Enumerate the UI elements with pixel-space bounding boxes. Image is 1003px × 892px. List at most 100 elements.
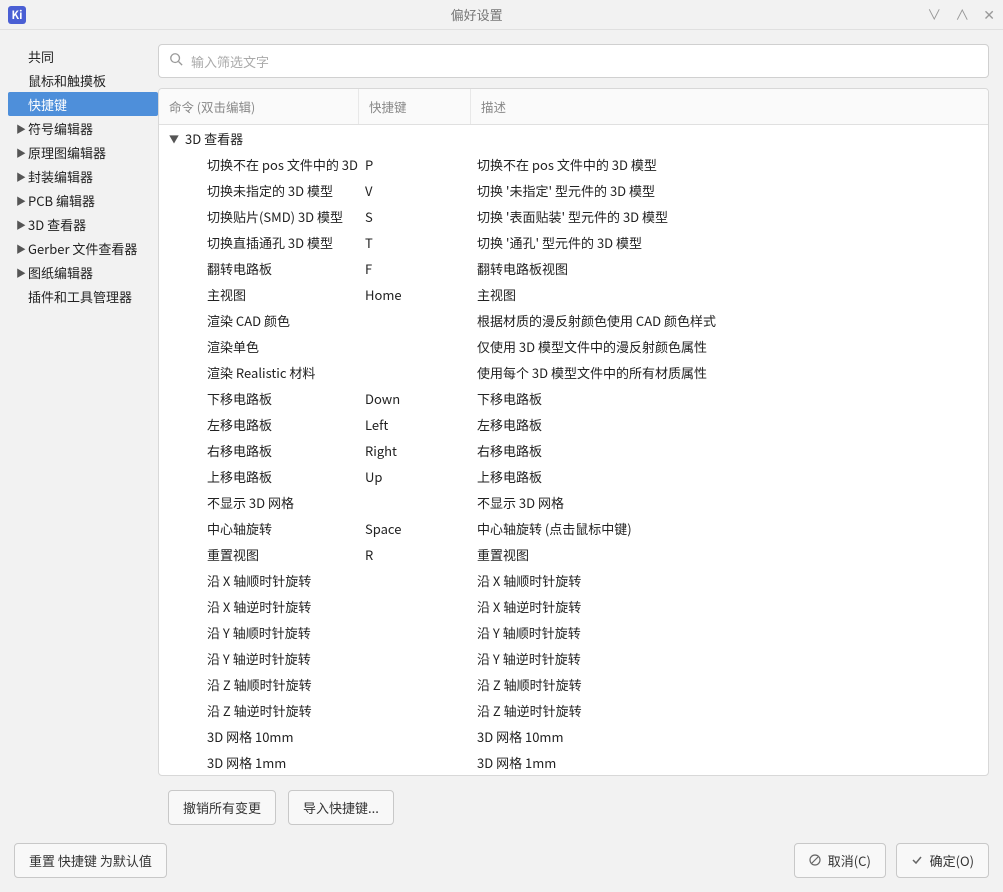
- cell-description: 根据材质的漫反射颜色使用 CAD 颜色样式: [471, 311, 988, 330]
- table-row[interactable]: 右移电路板Right右移电路板: [159, 437, 988, 463]
- cell-hotkey: S: [359, 207, 471, 226]
- cell-description: 沿 X 轴顺时针旋转: [471, 571, 988, 590]
- chevron-right-icon: ▶: [16, 121, 28, 136]
- cell-description: 切换 '通孔' 型元件的 3D 模型: [471, 233, 988, 252]
- sidebar-item-label: 快捷键: [28, 95, 67, 114]
- table-row[interactable]: 渲染单色仅使用 3D 模型文件中的漫反射颜色属性: [159, 333, 988, 359]
- reset-defaults-button[interactable]: 重置 快捷键 为默认值: [14, 843, 167, 878]
- sidebar-item-5[interactable]: ▶封装编辑器: [8, 164, 158, 188]
- cell-description: 重置视图: [471, 545, 988, 564]
- table-row[interactable]: 切换不在 pos 文件中的 3DP切换不在 pos 文件中的 3D 模型: [159, 151, 988, 177]
- cell-description: 不显示 3D 网格: [471, 493, 988, 512]
- search-bar[interactable]: [158, 44, 989, 78]
- cell-hotkey: R: [359, 545, 471, 564]
- cell-command: 下移电路板: [159, 389, 359, 408]
- table-row[interactable]: 中心轴旋转Space中心轴旋转 (点击鼠标中键): [159, 515, 988, 541]
- cell-description: 沿 Z 轴顺时针旋转: [471, 675, 988, 694]
- sidebar-item-3[interactable]: ▶符号编辑器: [8, 116, 158, 140]
- table-row[interactable]: 沿 X 轴逆时针旋转 沿 X 轴逆时针旋转: [159, 593, 988, 619]
- cell-description: 沿 Y 轴逆时针旋转: [471, 649, 988, 668]
- cell-description: 中心轴旋转 (点击鼠标中键): [471, 519, 988, 538]
- cell-command: 上移电路板: [159, 467, 359, 486]
- table-row[interactable]: 沿 Z 轴顺时针旋转沿 Z 轴顺时针旋转: [159, 671, 988, 697]
- sidebar-item-label: PCB 编辑器: [28, 191, 95, 210]
- table-row[interactable]: 翻转电路板F翻转电路板视图: [159, 255, 988, 281]
- table-row[interactable]: 沿 X 轴顺时针旋转沿 X 轴顺时针旋转: [159, 567, 988, 593]
- group-row[interactable]: ▼ 3D 查看器: [159, 125, 988, 151]
- table-row[interactable]: 沿 Y 轴顺时针旋转沿 Y 轴顺时针旋转: [159, 619, 988, 645]
- table-row[interactable]: 主视图Home主视图: [159, 281, 988, 307]
- chevron-down-icon: ▼: [169, 131, 179, 146]
- cell-hotkey: Down: [359, 389, 471, 408]
- cell-description: 切换 '未指定' 型元件的 3D 模型: [471, 181, 988, 200]
- table-row[interactable]: 上移电路板Up上移电路板: [159, 463, 988, 489]
- table-row[interactable]: 下移电路板Down下移电路板: [159, 385, 988, 411]
- sidebar-item-label: Gerber 文件查看器: [28, 239, 137, 258]
- table-row[interactable]: 左移电路板Left左移电路板: [159, 411, 988, 437]
- table-row[interactable]: 切换未指定的 3D 模型V切换 '未指定' 型元件的 3D 模型: [159, 177, 988, 203]
- window-title: 偏好设置: [26, 5, 927, 24]
- sidebar-item-8[interactable]: ▶Gerber 文件查看器: [8, 236, 158, 260]
- cell-command: 中心轴旋转: [159, 519, 359, 538]
- sidebar-item-9[interactable]: ▶图纸编辑器: [8, 260, 158, 284]
- sidebar-item-6[interactable]: ▶PCB 编辑器: [8, 188, 158, 212]
- chevron-right-icon: ▶: [16, 217, 28, 232]
- table-row[interactable]: 沿 Y 轴逆时针旋转沿 Y 轴逆时针旋转: [159, 645, 988, 671]
- cancel-button[interactable]: 取消(C): [794, 843, 886, 878]
- sidebar-item-label: 符号编辑器: [28, 119, 93, 138]
- cell-command: 左移电路板: [159, 415, 359, 434]
- cell-description: 主视图: [471, 285, 988, 304]
- import-hotkeys-button[interactable]: 导入快捷键...: [288, 790, 394, 825]
- cell-command: 3D 网格 10mm: [159, 727, 359, 746]
- minimize-icon[interactable]: ∨: [927, 5, 941, 25]
- cell-description: 上移电路板: [471, 467, 988, 486]
- sidebar-item-0[interactable]: 共同: [8, 44, 158, 68]
- sidebar-item-1[interactable]: 鼠标和触摸板: [8, 68, 158, 92]
- undo-all-button[interactable]: 撤销所有变更: [168, 790, 276, 825]
- cell-command: 沿 X 轴逆时针旋转: [159, 597, 359, 616]
- sidebar-item-label: 共同: [28, 47, 54, 66]
- col-hotkey[interactable]: 快捷键: [359, 89, 471, 124]
- cell-description: 沿 Z 轴逆时针旋转: [471, 701, 988, 720]
- table-row[interactable]: 沿 Z 轴逆时针旋转 沿 Z 轴逆时针旋转: [159, 697, 988, 723]
- cell-description: 切换不在 pos 文件中的 3D 模型: [471, 155, 988, 174]
- table-header: 命令 (双击编辑) 快捷键 描述: [159, 89, 988, 125]
- sidebar-item-label: 图纸编辑器: [28, 263, 93, 282]
- table-row[interactable]: 切换贴片(SMD) 3D 模型S切换 '表面贴装' 型元件的 3D 模型: [159, 203, 988, 229]
- chevron-right-icon: ▶: [16, 265, 28, 280]
- table-row[interactable]: 3D 网格 1mm3D 网格 1mm: [159, 749, 988, 775]
- table-row[interactable]: 重置视图R重置视图: [159, 541, 988, 567]
- ok-button[interactable]: 确定(O): [896, 843, 989, 878]
- sidebar-item-2[interactable]: 快捷键: [8, 92, 158, 116]
- search-input[interactable]: [191, 52, 978, 71]
- table-row[interactable]: 渲染 Realistic 材料使用每个 3D 模型文件中的所有材质属性: [159, 359, 988, 385]
- table-row[interactable]: 切换直插通孔 3D 模型T切换 '通孔' 型元件的 3D 模型: [159, 229, 988, 255]
- cell-description: 仅使用 3D 模型文件中的漫反射颜色属性: [471, 337, 988, 356]
- maximize-icon[interactable]: ∧: [955, 5, 969, 25]
- cell-command: 右移电路板: [159, 441, 359, 460]
- sidebar-item-7[interactable]: ▶3D 查看器: [8, 212, 158, 236]
- table-row[interactable]: 3D 网格 10mm3D 网格 10mm: [159, 723, 988, 749]
- app-icon: Ki: [8, 6, 26, 24]
- cell-command: 沿 Z 轴逆时针旋转: [159, 701, 359, 720]
- sidebar-item-4[interactable]: ▶原理图编辑器: [8, 140, 158, 164]
- table-row[interactable]: 渲染 CAD 颜色根据材质的漫反射颜色使用 CAD 颜色样式: [159, 307, 988, 333]
- sidebar-item-label: 鼠标和触摸板: [28, 71, 106, 90]
- cell-description: 使用每个 3D 模型文件中的所有材质属性: [471, 363, 988, 382]
- cell-description: 下移电路板: [471, 389, 988, 408]
- cell-command: 重置视图: [159, 545, 359, 564]
- chevron-right-icon: ▶: [16, 145, 28, 160]
- sidebar-item-label: 插件和工具管理器: [28, 287, 132, 306]
- window-controls: ∨ ∧ ✕: [927, 5, 995, 25]
- table-row[interactable]: 不显示 3D 网格 不显示 3D 网格: [159, 489, 988, 515]
- col-description[interactable]: 描述: [471, 89, 988, 124]
- content-area: 命令 (双击编辑) 快捷键 描述 ▼ 3D 查看器 切换不在 pos 文件中的 …: [158, 44, 1003, 833]
- sidebar-item-10[interactable]: 插件和工具管理器: [8, 284, 158, 308]
- cell-hotkey: Home: [359, 285, 471, 304]
- col-command[interactable]: 命令 (双击编辑): [159, 89, 359, 124]
- cell-description: 沿 X 轴逆时针旋转: [471, 597, 988, 616]
- cell-description: 沿 Y 轴顺时针旋转: [471, 623, 988, 642]
- cell-command: 不显示 3D 网格: [159, 493, 359, 512]
- close-icon[interactable]: ✕: [983, 5, 995, 25]
- search-icon: [169, 51, 183, 71]
